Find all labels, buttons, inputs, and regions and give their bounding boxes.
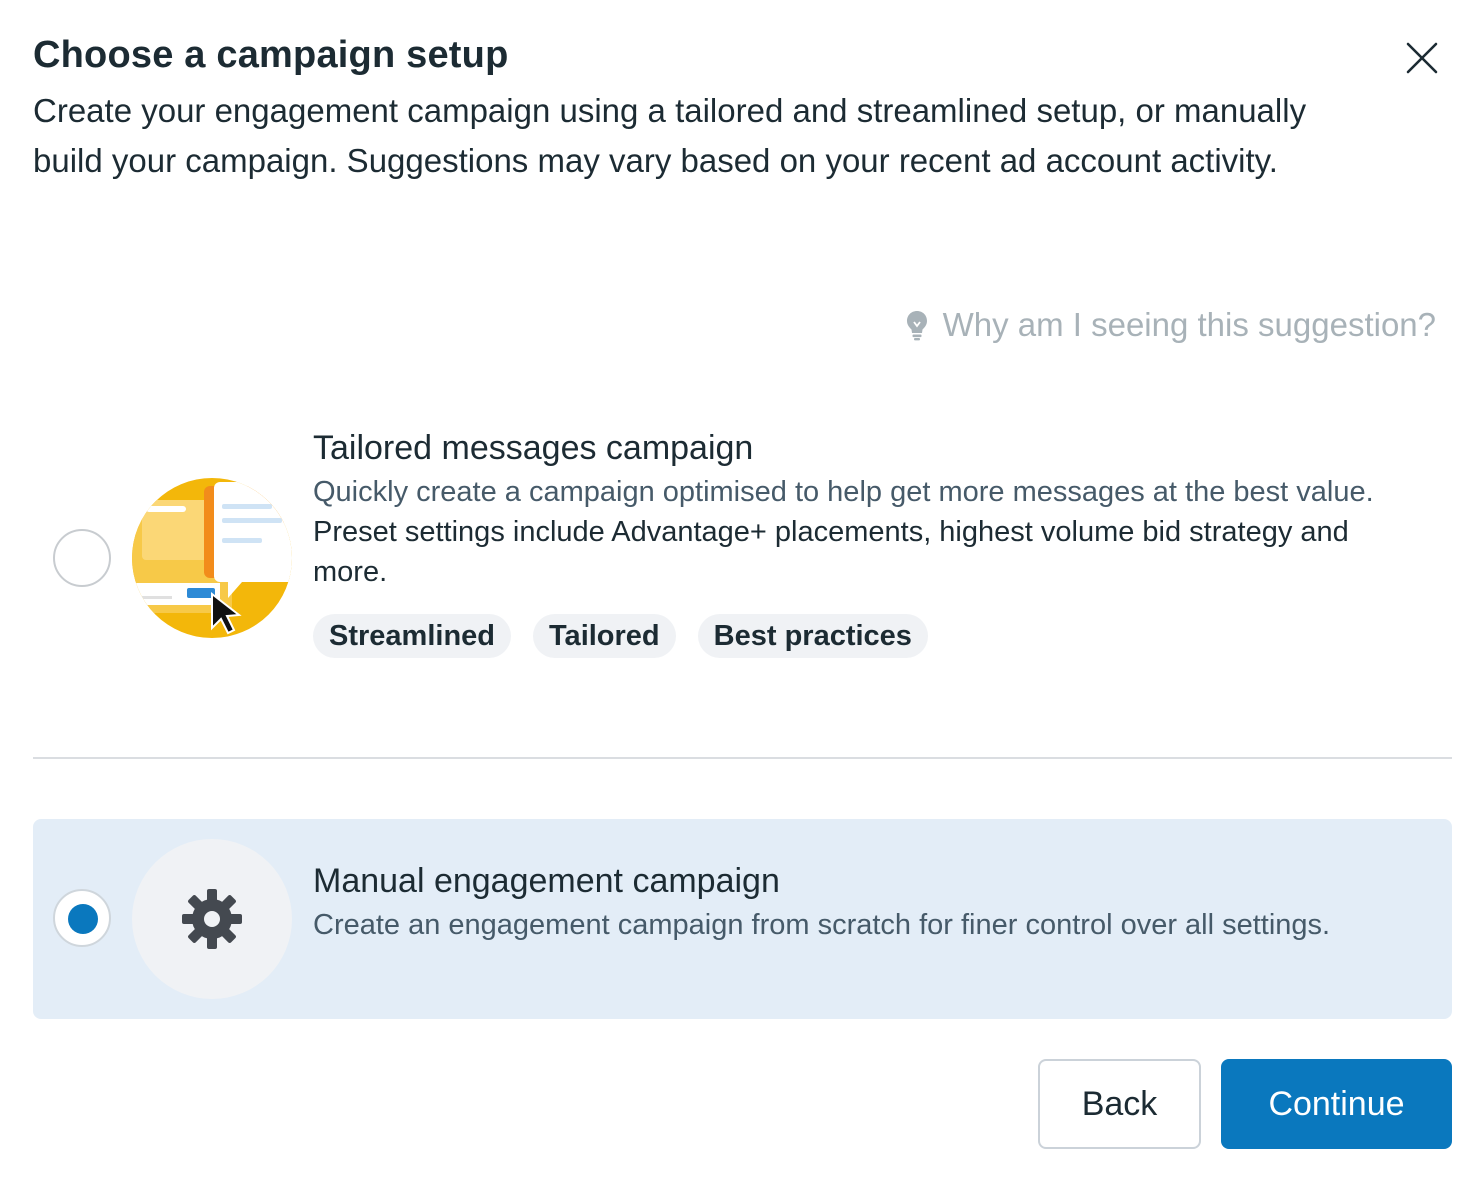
tailored-option-text: Tailored messages campaign Quickly creat…	[313, 428, 1413, 658]
why-suggestion-label: Why am I seeing this suggestion?	[942, 306, 1436, 343]
gear-icon	[182, 889, 242, 949]
continue-button[interactable]: Continue	[1221, 1059, 1452, 1149]
tag-list: Streamlined Tailored Best practices	[313, 614, 1413, 658]
radio-tailored-messages[interactable]	[53, 529, 111, 587]
divider	[33, 757, 1452, 759]
close-icon	[1406, 42, 1438, 74]
radio-manual-engagement[interactable]	[53, 889, 111, 947]
option-title: Tailored messages campaign	[313, 429, 754, 467]
option-tailored-messages[interactable]: Tailored messages campaign Quickly creat…	[33, 410, 1452, 730]
dialog-subtitle: Create your engagement campaign using a …	[33, 92, 1307, 179]
option-description-presets: Preset settings include Advantage+ place…	[313, 516, 1349, 588]
dialog-title: Choose a campaign setup	[33, 34, 509, 76]
why-suggestion-link[interactable]: Why am I seeing this suggestion?	[905, 306, 1436, 344]
tag-best-practices: Best practices	[697, 614, 928, 658]
option-description: Quickly create a campaign optimised to h…	[313, 476, 1374, 508]
option-description: Create an engagement campaign from scrat…	[313, 909, 1331, 941]
manual-option-text: Manual engagement campaign Create an eng…	[313, 861, 1413, 945]
option-title: Manual engagement campaign	[313, 862, 780, 900]
tailored-messages-illustration	[132, 478, 292, 638]
gear-icon-container	[132, 839, 292, 999]
close-button[interactable]	[1398, 34, 1446, 82]
campaign-setup-dialog: Choose a campaign setup Create your enga…	[0, 0, 1484, 1178]
tag-streamlined: Streamlined	[313, 614, 511, 658]
back-button[interactable]: Back	[1038, 1059, 1201, 1149]
option-manual-engagement[interactable]: Manual engagement campaign Create an eng…	[33, 819, 1452, 1019]
tag-tailored: Tailored	[533, 614, 676, 658]
lightbulb-icon	[906, 311, 927, 341]
